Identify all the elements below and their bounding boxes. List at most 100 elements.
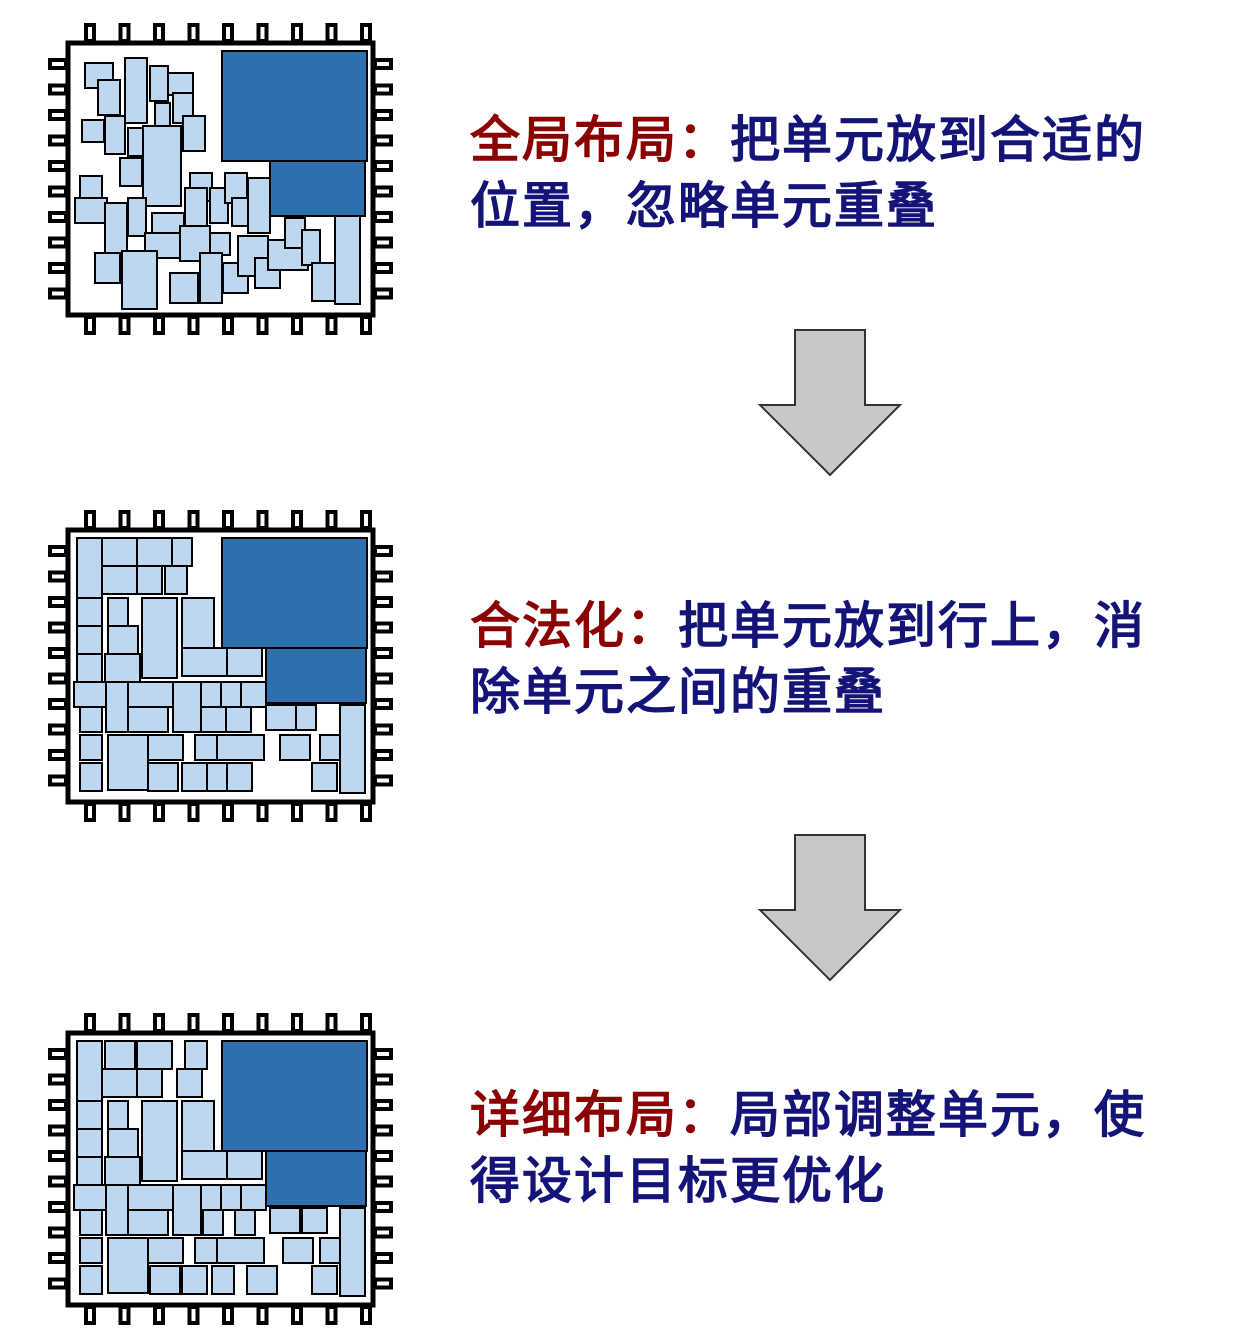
stage-label: 详细布局：	[470, 1086, 730, 1144]
pin	[373, 211, 393, 223]
pin	[325, 23, 338, 43]
pin	[373, 1175, 393, 1188]
cell	[104, 653, 141, 683]
stage-description-line-2: 位置，忽略单元重叠	[470, 177, 938, 235]
cell	[206, 762, 228, 792]
cell	[234, 1209, 256, 1236]
pin	[325, 1013, 338, 1033]
pin	[48, 236, 68, 249]
cell	[136, 537, 173, 567]
cell	[181, 762, 208, 792]
cell	[76, 653, 103, 683]
cell	[79, 762, 103, 792]
pin	[373, 109, 393, 121]
pin	[48, 723, 68, 736]
pin	[48, 1048, 68, 1060]
pin	[373, 1277, 393, 1290]
pin	[373, 1226, 393, 1239]
cell	[181, 647, 228, 677]
cell	[76, 1100, 103, 1130]
cell	[76, 1128, 103, 1158]
pin	[84, 802, 96, 822]
cell	[141, 1100, 178, 1182]
stage-line-1: 详细布局：局部调整单元，使	[470, 1082, 1230, 1148]
pin	[325, 315, 338, 335]
pin	[48, 1201, 68, 1213]
cell	[164, 565, 188, 595]
cell	[265, 704, 297, 731]
cell	[334, 215, 361, 305]
pin	[187, 1305, 200, 1325]
cell	[199, 252, 223, 304]
pin	[48, 287, 68, 300]
cell	[220, 681, 242, 708]
stage-description-line-2: 除单元之间的重叠	[470, 663, 886, 721]
pin	[373, 749, 393, 761]
cell	[107, 1128, 139, 1158]
cell	[200, 1184, 222, 1211]
cell	[147, 1237, 184, 1264]
cell	[74, 197, 108, 224]
pin	[48, 83, 68, 96]
pin	[118, 1013, 131, 1033]
pin	[48, 570, 68, 583]
pin	[373, 1048, 393, 1060]
pin	[360, 315, 372, 335]
pin	[118, 23, 131, 43]
pin	[256, 1013, 269, 1033]
cell	[101, 565, 138, 595]
pin	[373, 698, 393, 710]
pin	[48, 134, 68, 147]
arrow-down-shape	[757, 834, 903, 982]
cell	[319, 1237, 341, 1264]
pin	[48, 58, 68, 70]
pin	[118, 1305, 131, 1325]
arrow-down-shape	[757, 329, 903, 477]
cell	[105, 681, 129, 733]
cell	[220, 1184, 242, 1211]
chip-legalization	[40, 505, 400, 825]
cell	[246, 1265, 278, 1295]
cell	[311, 1265, 338, 1295]
pin	[373, 545, 393, 557]
cell	[127, 1209, 169, 1236]
pin	[48, 1252, 68, 1264]
cell	[127, 1184, 174, 1211]
cell	[149, 1265, 181, 1295]
cell	[147, 734, 184, 761]
pin	[84, 1013, 96, 1033]
cell	[79, 1237, 103, 1264]
cell	[167, 72, 194, 96]
pin	[373, 621, 393, 634]
pin	[222, 1305, 234, 1325]
pin	[373, 1124, 393, 1137]
pin	[48, 1175, 68, 1188]
cell	[79, 734, 103, 761]
pin	[153, 1013, 165, 1033]
chip-diagram	[48, 510, 393, 822]
cell	[202, 1209, 224, 1236]
pin	[373, 596, 393, 608]
pin	[256, 802, 269, 822]
pin	[153, 1305, 165, 1325]
cell	[101, 537, 138, 567]
macro-block	[269, 160, 366, 217]
cell	[181, 1100, 215, 1152]
arrow-down-icon	[755, 325, 915, 485]
cell	[194, 734, 218, 761]
pin	[48, 698, 68, 710]
pin	[48, 262, 68, 274]
chip-detailed-placement	[40, 1008, 400, 1328]
pin	[84, 510, 96, 530]
pin	[325, 802, 338, 822]
cell	[136, 565, 163, 595]
cell	[172, 1184, 202, 1236]
pin	[373, 774, 393, 787]
cell	[226, 647, 263, 677]
stage-description-line-1: 把单元放到行上，消	[678, 597, 1146, 655]
cell	[200, 706, 227, 733]
stage-description-line-1: 局部调整单元，使	[730, 1086, 1146, 1144]
cell	[119, 157, 143, 187]
pin	[153, 510, 165, 530]
pin	[360, 802, 372, 822]
